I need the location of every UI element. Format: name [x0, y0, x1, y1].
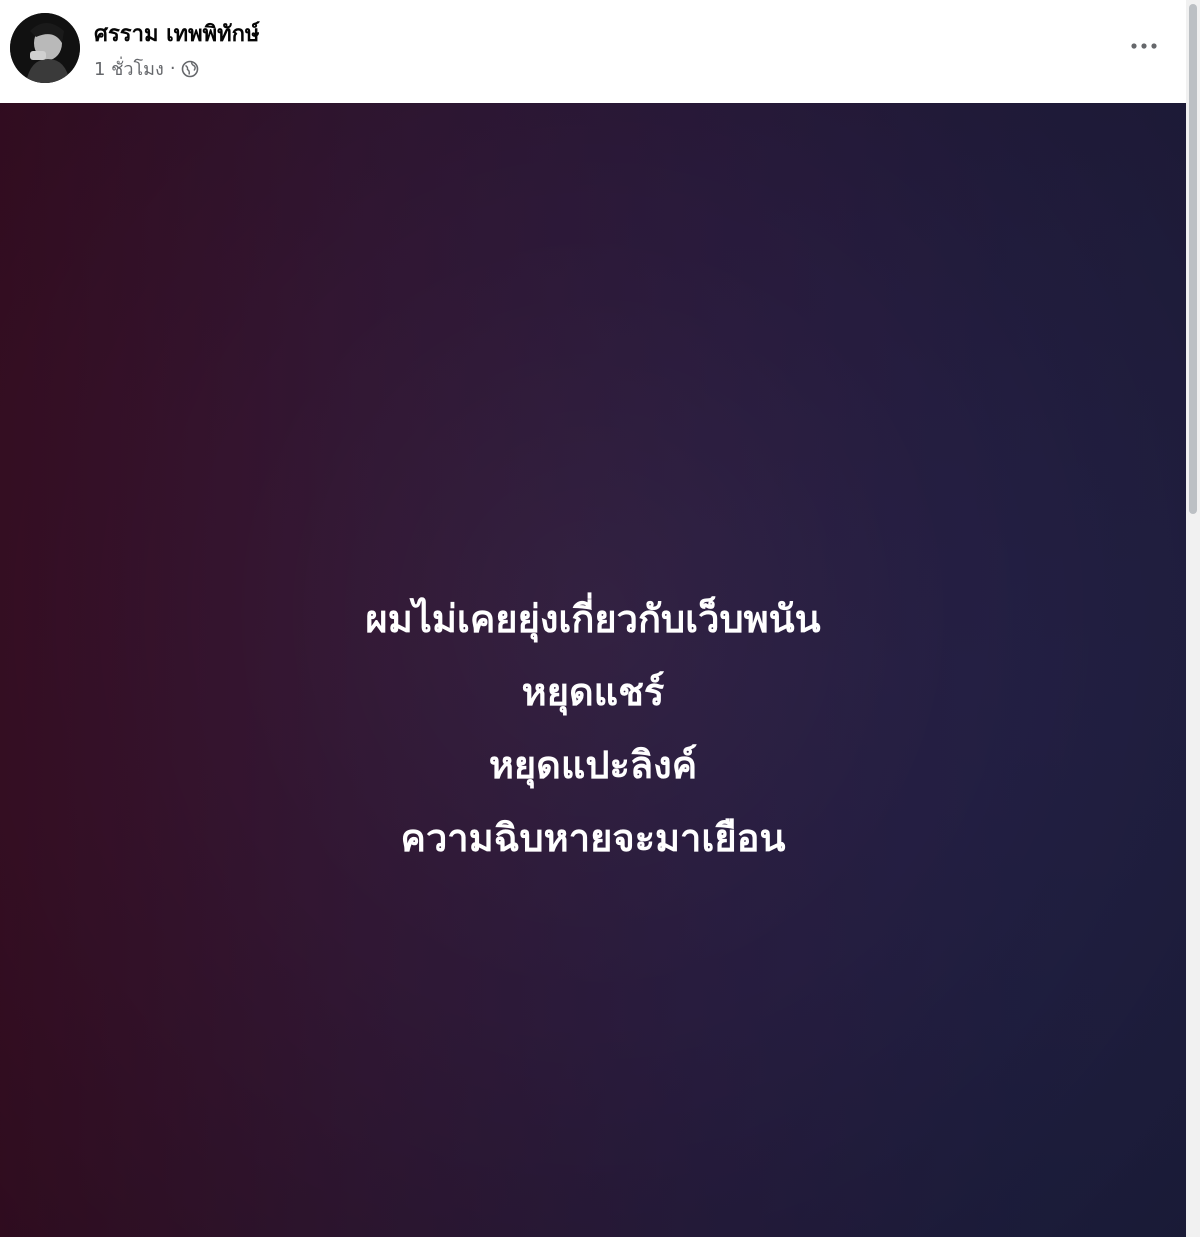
image-text-line-2: หยุดแชร์ [521, 670, 665, 714]
scrollbar-thumb[interactable] [1189, 4, 1197, 514]
facebook-post: ศรราม เทพพิทักษ์ 1 ชั่วโมง · ผมไม่เคยยุ่… [0, 0, 1200, 1237]
author-avatar[interactable] [10, 13, 80, 83]
more-options-icon [1131, 43, 1157, 49]
image-text-line-4: ความฉิบหายจะมาเยือน [400, 816, 786, 860]
more-options-button[interactable] [1122, 28, 1166, 64]
image-text: ผมไม่เคยยุ่งเกี่ยวกับเว็บพนัน หยุดแชร์ ห… [0, 583, 1186, 875]
post-meta: 1 ชั่วโมง · [94, 54, 199, 83]
scrollbar[interactable] [1186, 0, 1200, 1237]
meta-separator: · [169, 58, 176, 79]
image-text-line-1: ผมไม่เคยยุ่งเกี่ยวกับเว็บพนัน [365, 597, 821, 641]
profile-photo [10, 13, 80, 83]
post-image[interactable]: ผมไม่เคยยุ่งเกี่ยวกับเว็บพนัน หยุดแชร์ ห… [0, 103, 1186, 1237]
post-header: ศรราม เทพพิทักษ์ 1 ชั่วโมง · [0, 0, 1186, 103]
post-timestamp[interactable]: 1 ชั่วโมง [94, 54, 164, 83]
globe-icon[interactable] [181, 60, 199, 78]
author-name[interactable]: ศรราม เทพพิทักษ์ [94, 16, 259, 51]
image-text-line-3: หยุดแปะลิงค์ [488, 743, 698, 787]
